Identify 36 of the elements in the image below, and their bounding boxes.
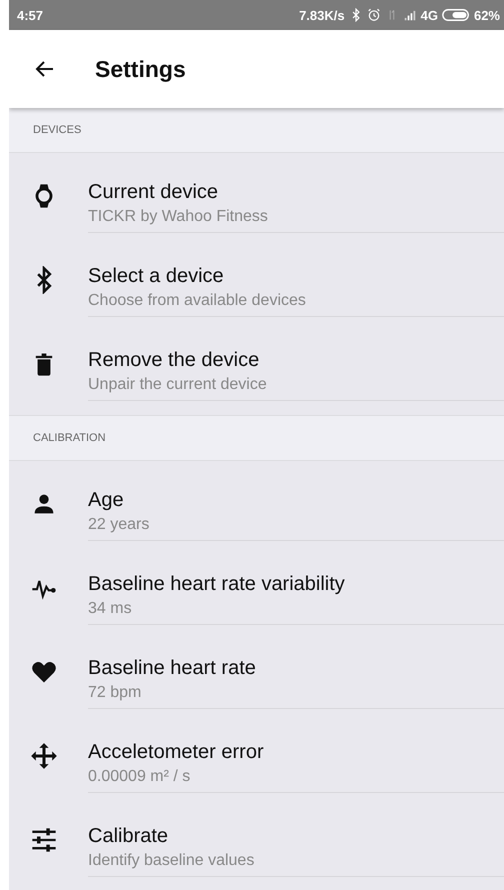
clock-time: 4:57: [17, 8, 44, 22]
item-title: Calibrate: [88, 824, 168, 848]
item-subtitle: Identify baseline values: [88, 850, 254, 870]
section-title: DEVICES: [33, 124, 82, 136]
screen-title: Settings: [95, 56, 186, 82]
item-title: Current device: [88, 180, 218, 204]
item-subtitle: 0.00009 m² / s: [88, 766, 190, 786]
network-speed: 7.83K/s: [299, 8, 345, 22]
settings-item[interactable]: Remove the device Unpair the current device: [9, 321, 504, 406]
settings-item[interactable]: Calibrate Identify baseline values: [9, 797, 504, 882]
item-subtitle: 34 ms: [88, 598, 132, 618]
item-title: Acceletometer error: [88, 740, 264, 764]
item-subtitle: Choose from available devices: [88, 290, 306, 310]
item-title: Select a device: [88, 264, 224, 288]
item-subtitle: TICKR by Wahoo Fitness: [88, 206, 268, 226]
settings-item[interactable]: Select a device Choose from available devices: [9, 237, 504, 322]
settings-item[interactable]: Age 22 years: [9, 461, 504, 546]
settings-item[interactable]: Acceletometer error 0.00009 m² / s: [9, 713, 504, 798]
signal-icon: [402, 8, 417, 22]
item-title: Age: [88, 488, 124, 512]
item-subtitle: 72 bpm: [88, 682, 142, 702]
item-title: Baseline heart rate variability: [88, 572, 345, 596]
section-title: CALIBRATION: [33, 432, 106, 444]
battery-percent: 62%: [474, 8, 500, 22]
move-icon: [30, 742, 58, 770]
settings-item[interactable]: Current device TICKR by Wahoo Fitness: [9, 153, 504, 238]
item-subtitle: 22 years: [88, 514, 150, 534]
battery-icon: [442, 8, 470, 22]
alarm-icon: [366, 8, 381, 22]
sliders-icon: [30, 826, 58, 854]
settings-item[interactable]: Baseline heart rate 72 bpm: [9, 629, 504, 714]
item-title: Remove the device: [88, 348, 260, 372]
item-title: Baseline heart rate: [88, 656, 256, 680]
item-subtitle: Unpair the current device: [88, 374, 267, 394]
settings-item[interactable]: Baseline heart rate variability 34 ms: [9, 545, 504, 630]
network-type: 4G: [420, 8, 438, 22]
